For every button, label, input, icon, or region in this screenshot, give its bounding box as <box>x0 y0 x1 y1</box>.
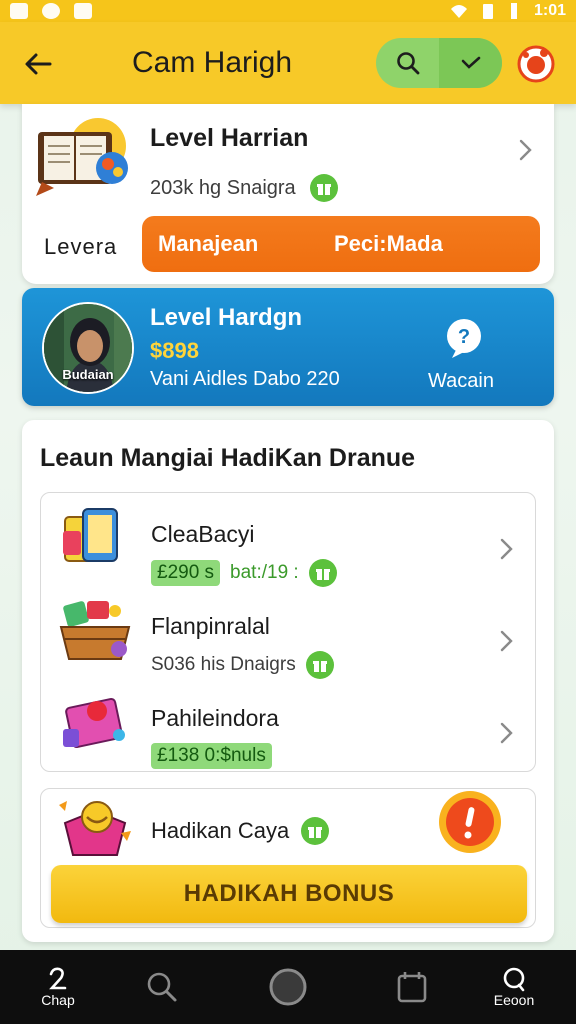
list-item[interactable]: CleaBacyi £290 s bat:/19 : <box>41 503 535 593</box>
item-meta: £138 0:$nuls <box>151 743 272 769</box>
chevron-right-icon[interactable] <box>497 535 517 563</box>
card-title: Level Harrian <box>150 124 309 152</box>
profile-icon[interactable] <box>516 44 556 84</box>
bonus-card: Hadikan Caya HADIKAH BONUS <box>40 788 536 928</box>
item-meta-text: bat:/19 : <box>230 562 299 583</box>
gift-box-icon <box>63 697 125 749</box>
svg-text:?: ? <box>458 326 470 348</box>
header-action-pill <box>376 38 502 88</box>
treasure-gift-icon <box>59 801 131 856</box>
rewards-section: Leaun Mangiai HadiKan Dranue CleaBacyi £… <box>22 420 554 942</box>
item-meta-text: S036 his Dnaigrs <box>151 654 296 675</box>
calendar-icon <box>397 972 427 1003</box>
featured-action[interactable]: Wacain <box>428 370 494 393</box>
nav-label-home: Chap <box>41 992 75 1008</box>
featured-title: Level Hardgn <box>150 304 303 331</box>
search-icon <box>396 52 419 75</box>
basket-icon <box>59 601 131 660</box>
confirm-button[interactable] <box>439 38 502 88</box>
chevron-right-icon[interactable] <box>497 627 517 655</box>
avatar-caption: Budaian <box>62 367 114 382</box>
price-tag: £290 s <box>151 560 221 586</box>
home-icon <box>49 967 67 990</box>
level-card[interactable]: Level Harrian 203k hg Snaigra Levera Man… <box>22 104 554 284</box>
gallery-icon <box>74 3 92 19</box>
card-subtitle-text: 203k hg Snaigra <box>150 176 296 199</box>
level-label: Levera <box>44 234 118 259</box>
bonus-button[interactable]: HADIKAH BONUS <box>51 865 527 923</box>
list-item[interactable]: Pahileindora £138 0:$nuls <box>41 687 535 777</box>
status-time: 1:01 <box>533 2 566 19</box>
status-bar: 1:01 <box>0 0 576 22</box>
mail-icon <box>10 3 28 19</box>
item-title: Pahileindora <box>151 705 279 731</box>
tablet-icon <box>63 508 118 562</box>
open-book-icon <box>36 118 128 196</box>
reward-list: CleaBacyi £290 s bat:/19 : Flanpinralal … <box>40 492 536 772</box>
gift-icon <box>305 651 334 679</box>
item-title: CleaBacyi <box>151 521 255 547</box>
search-icon <box>147 972 177 1002</box>
app-header: Cam Harigh <box>0 22 576 104</box>
featured-subtitle: Vani Aidles Dabo 220 <box>150 368 340 390</box>
price-tag: £138 0:$nuls <box>151 743 272 769</box>
featured-card[interactable]: Budaian Level Hardgn $898 Vani Aidles Da… <box>22 288 554 406</box>
bottom-nav: Chap Eeoon <box>0 950 576 1024</box>
alert-icon[interactable] <box>437 789 503 855</box>
nav-item-profile[interactable]: Eeoon <box>484 950 544 1024</box>
chevron-right-icon[interactable] <box>497 719 517 747</box>
nav-item-home-button[interactable] <box>258 950 318 1024</box>
battery-icon <box>482 4 493 19</box>
help-bubble-icon[interactable]: ? <box>442 316 486 360</box>
bonus-title: Hadikan Caya <box>151 817 330 845</box>
gift-icon <box>301 817 330 845</box>
check-icon <box>461 56 480 69</box>
featured-price: $898 <box>150 338 199 363</box>
pick-button-label: Peci:Mada <box>334 231 443 256</box>
gift-icon <box>309 174 338 202</box>
nav-label-profile: Eeoon <box>493 992 535 1008</box>
card-subtitle: 203k hg Snaigra <box>150 174 338 202</box>
gift-icon <box>308 559 337 587</box>
search-button[interactable] <box>376 38 439 88</box>
section-title: Leaun Mangiai HadiKan Dranue <box>40 444 416 472</box>
nav-item-search[interactable] <box>132 950 192 1024</box>
manage-button[interactable]: Manajean Peci:Mada <box>142 216 540 272</box>
bonus-title-text: Hadikan Caya <box>151 818 290 843</box>
item-meta: S036 his Dnaigrs <box>151 651 334 679</box>
page-title: Cam Harigh <box>132 46 293 79</box>
circle-icon <box>269 968 307 1006</box>
signal-icon <box>510 3 517 19</box>
nav-item-calendar[interactable] <box>382 950 442 1024</box>
profile-icon <box>503 967 525 992</box>
back-arrow-icon[interactable] <box>20 46 56 82</box>
manage-button-label: Manajean <box>158 231 259 256</box>
chevron-right-icon[interactable] <box>516 136 536 164</box>
alarm-icon <box>42 3 60 19</box>
avatar: Budaian <box>42 302 134 394</box>
item-meta: £290 s bat:/19 : <box>151 559 337 587</box>
nav-item-home[interactable]: Chap <box>28 950 88 1024</box>
wifi-icon <box>450 5 467 18</box>
item-title: Flanpinralal <box>151 613 270 639</box>
list-item[interactable]: Flanpinralal S036 his Dnaigrs <box>41 595 535 685</box>
